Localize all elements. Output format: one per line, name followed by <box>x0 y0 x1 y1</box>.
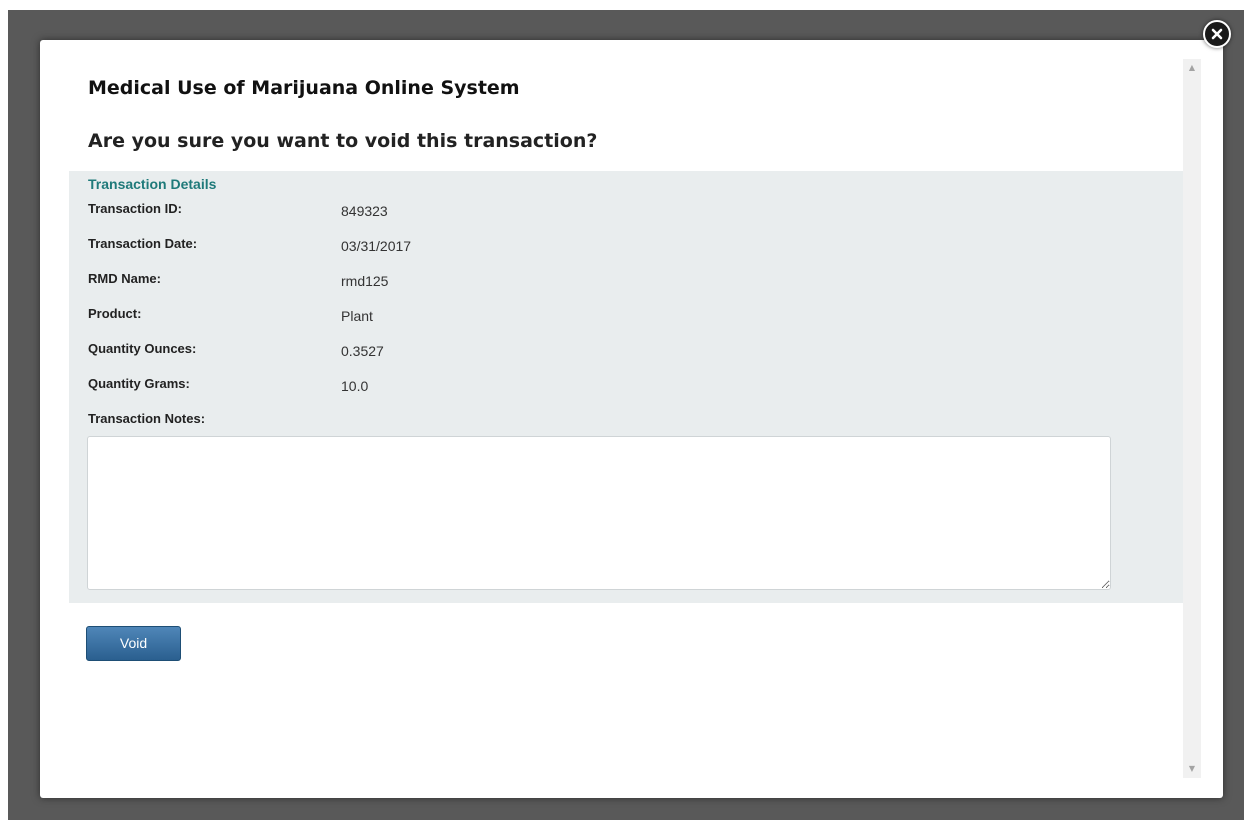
quantity-ounces-label: Quantity Ounces: <box>88 341 197 356</box>
transaction-notes-field[interactable] <box>87 436 1111 590</box>
transaction-id-label: Transaction ID: <box>88 201 182 216</box>
quantity-ounces-value: 0.3527 <box>341 343 384 359</box>
transaction-details-panel: Transaction Details Transaction ID: 8493… <box>69 171 1183 603</box>
detail-row-quantity-ounces: Quantity Ounces: 0.3527 <box>88 341 688 361</box>
product-label: Product: <box>88 306 142 321</box>
rmd-name-value: rmd125 <box>341 273 389 289</box>
transaction-date-label: Transaction Date: <box>88 236 198 251</box>
scroll-up-arrow-icon[interactable]: ▲ <box>1183 59 1201 77</box>
rmd-name-label: RMD Name: <box>88 271 161 286</box>
detail-row-transaction-id: Transaction ID: 849323 <box>88 201 688 221</box>
void-transaction-dialog: Medical Use of Marijuana Online System A… <box>40 40 1223 798</box>
quantity-grams-value: 10.0 <box>341 378 369 394</box>
product-value: Plant <box>341 308 373 324</box>
void-button[interactable]: Void <box>86 626 181 661</box>
dialog-content: Medical Use of Marijuana Online System A… <box>59 59 1183 778</box>
confirmation-question: Are you sure you want to void this trans… <box>88 130 598 152</box>
close-icon <box>1211 28 1223 40</box>
detail-row-rmd-name: RMD Name: rmd125 <box>88 271 688 291</box>
section-title: Transaction Details <box>88 176 217 192</box>
scroll-down-arrow-icon[interactable]: ▼ <box>1183 760 1201 778</box>
close-dialog-button[interactable] <box>1203 20 1231 48</box>
detail-row-quantity-grams: Quantity Grams: 10.0 <box>88 376 688 396</box>
app-title: Medical Use of Marijuana Online System <box>88 77 520 99</box>
transaction-notes-label: Transaction Notes: <box>88 411 206 426</box>
transaction-id-value: 849323 <box>341 203 388 219</box>
detail-row-product: Product: Plant <box>88 306 688 326</box>
dialog-scrollbar[interactable]: ▲ ▼ <box>1183 59 1201 778</box>
quantity-grams-label: Quantity Grams: <box>88 376 190 391</box>
transaction-date-value: 03/31/2017 <box>341 238 412 254</box>
detail-row-transaction-date: Transaction Date: 03/31/2017 <box>88 236 688 256</box>
